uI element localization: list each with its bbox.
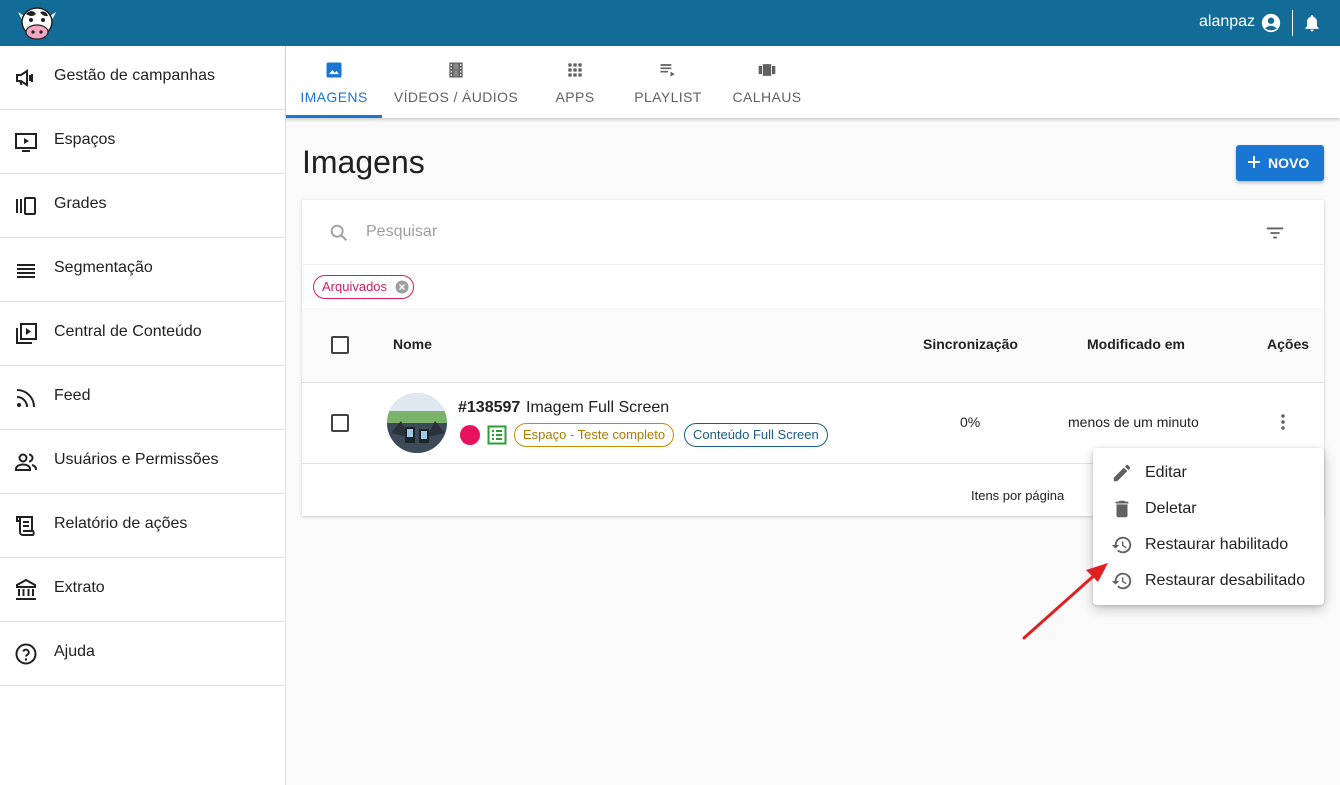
- image-icon: [326, 62, 342, 78]
- sidebar-item-grades[interactable]: Grades: [0, 174, 285, 238]
- status-dot: [460, 425, 480, 445]
- active-tab-indicator: [286, 115, 382, 118]
- top-app-bar: alanpaz: [0, 0, 1340, 46]
- video-library-icon: [16, 323, 37, 344]
- new-button-label: NOVO: [1268, 155, 1310, 171]
- menu-item-editar[interactable]: Editar: [1093, 455, 1324, 491]
- sidebar-item-extrato[interactable]: Extrato: [0, 558, 285, 622]
- playlist-play-icon: [660, 64, 675, 77]
- column-header-modificado[interactable]: Modificado em: [1087, 336, 1185, 352]
- tab-label: VÍDEOS / ÁUDIOS: [393, 89, 519, 105]
- tab-apps[interactable]: APPS: [530, 46, 620, 118]
- apps-grid-icon: [568, 63, 582, 77]
- menu-item-restaurar-habilitado[interactable]: Restaurar habilitado: [1093, 527, 1324, 563]
- sidebar-item-segmentacao[interactable]: Segmentação: [0, 238, 285, 302]
- menu-item-label: Editar: [1145, 464, 1187, 481]
- sidebar-item-label: Central de Conteúdo: [54, 323, 202, 340]
- items-per-page-label: Itens por página: [971, 488, 1065, 503]
- lines-icon: [17, 264, 35, 278]
- tab-imagens[interactable]: IMAGENS: [286, 46, 382, 118]
- chip-label: Arquivados: [322, 279, 388, 294]
- carousel-icon: [16, 197, 36, 215]
- list-box-icon: [487, 425, 507, 445]
- select-all-checkbox[interactable]: [331, 336, 349, 354]
- megaphone-icon: [16, 69, 33, 87]
- menu-item-label: Restaurar habilitado: [1145, 536, 1289, 553]
- close-circle-icon[interactable]: [395, 280, 409, 294]
- sidebar-item-label: Relatório de ações: [54, 515, 188, 532]
- filter-icon[interactable]: [1264, 222, 1286, 244]
- image-thumbnail: [387, 393, 447, 453]
- sidebar-item-label: Extrato: [54, 579, 105, 596]
- trash-icon: [1115, 500, 1129, 518]
- tab-playlist[interactable]: PLAYLIST: [620, 46, 716, 118]
- new-button[interactable]: NOVO: [1236, 145, 1324, 181]
- history-icon: [1111, 572, 1132, 590]
- tag-conteudo[interactable]: Conteúdo Full Screen: [684, 423, 828, 447]
- pencil-icon: [1113, 464, 1131, 482]
- search-icon: [330, 224, 348, 242]
- sidebar-item-label: Ajuda: [54, 643, 95, 660]
- filter-chip-arquivados[interactable]: Arquivados: [313, 275, 415, 299]
- account-circle-icon[interactable]: [1260, 12, 1282, 34]
- rss-icon: [16, 389, 35, 408]
- history-icon: [1111, 536, 1132, 554]
- sidebar-item-label: Usuários e Permissões: [54, 451, 219, 468]
- column-header-acoes: Ações: [1267, 336, 1310, 352]
- topbar-divider: [1292, 10, 1293, 36]
- sidebar-item-label: Espaços: [54, 131, 116, 148]
- menu-item-restaurar-desabilitado[interactable]: Restaurar desabilitado: [1093, 563, 1324, 599]
- bell-icon[interactable]: [1302, 12, 1322, 34]
- search-input[interactable]: [366, 220, 1166, 244]
- username-label[interactable]: alanpaz: [1199, 13, 1255, 31]
- film-icon: [449, 62, 463, 78]
- sidebar-item-label: Segmentação: [54, 259, 153, 276]
- table-header: Nome Sincronização Modificado em Ações: [302, 308, 1324, 383]
- sidebar-item-ajuda[interactable]: Ajuda: [0, 622, 285, 686]
- more-vert-icon[interactable]: [1273, 412, 1293, 432]
- people-icon: [15, 453, 37, 471]
- plus-icon: [1248, 156, 1260, 168]
- tag-espaco[interactable]: Espaço - Teste completo: [514, 423, 675, 447]
- menu-item-deletar[interactable]: Deletar: [1093, 491, 1324, 527]
- sidebar-item-label: Grades: [54, 195, 107, 212]
- tab-videos-audios[interactable]: VÍDEOS / ÁUDIOS: [382, 46, 530, 118]
- tv-play-icon: [15, 133, 37, 152]
- sidebar-item-label: Feed: [54, 387, 91, 404]
- bank-icon: [16, 578, 36, 600]
- help-circle-icon: [15, 643, 37, 665]
- page-title: Imagens: [302, 144, 425, 180]
- tab-label: PLAYLIST: [634, 89, 702, 105]
- actions-menu: Editar Deletar Restaurar habilitado Rest…: [1093, 448, 1324, 605]
- row-checkbox[interactable]: [331, 414, 349, 432]
- search-divider: [302, 264, 1324, 265]
- menu-item-label: Restaurar desabilitado: [1145, 572, 1306, 589]
- tab-label: CALHAUS: [732, 89, 802, 105]
- item-id: #138597: [458, 399, 521, 416]
- item-name[interactable]: Imagem Full Screen: [526, 399, 669, 417]
- column-header-sincronizacao[interactable]: Sincronização: [923, 336, 1018, 352]
- modified-value: menos de um minuto: [1068, 414, 1199, 430]
- sidebar: Gestão de campanhas Espaços Grades Segme…: [0, 46, 286, 785]
- sidebar-item-label: Gestão de campanhas: [54, 67, 215, 84]
- sync-value: 0%: [960, 414, 981, 430]
- sidebar-item-usuarios[interactable]: Usuários e Permissões: [0, 430, 285, 494]
- tab-label: APPS: [555, 89, 595, 105]
- menu-item-label: Deletar: [1145, 500, 1197, 517]
- sidebar-item-espacos[interactable]: Espaços: [0, 110, 285, 174]
- column-header-nome[interactable]: Nome: [393, 336, 432, 352]
- sidebar-item-relatorio[interactable]: Relatório de ações: [0, 494, 285, 558]
- tab-label: IMAGENS: [300, 89, 368, 105]
- content-tabs: IMAGENS VÍDEOS / ÁUDIOS APPS PLAYLIST CA…: [286, 46, 1340, 118]
- cow-logo-icon[interactable]: [14, 4, 60, 42]
- view-carousel-icon: [758, 64, 776, 76]
- scroll-icon: [16, 516, 35, 536]
- sidebar-item-central-conteudo[interactable]: Central de Conteúdo: [0, 302, 285, 366]
- sidebar-item-campanhas[interactable]: Gestão de campanhas: [0, 46, 285, 110]
- sidebar-item-feed[interactable]: Feed: [0, 366, 285, 430]
- tab-calhaus[interactable]: CALHAUS: [716, 46, 818, 118]
